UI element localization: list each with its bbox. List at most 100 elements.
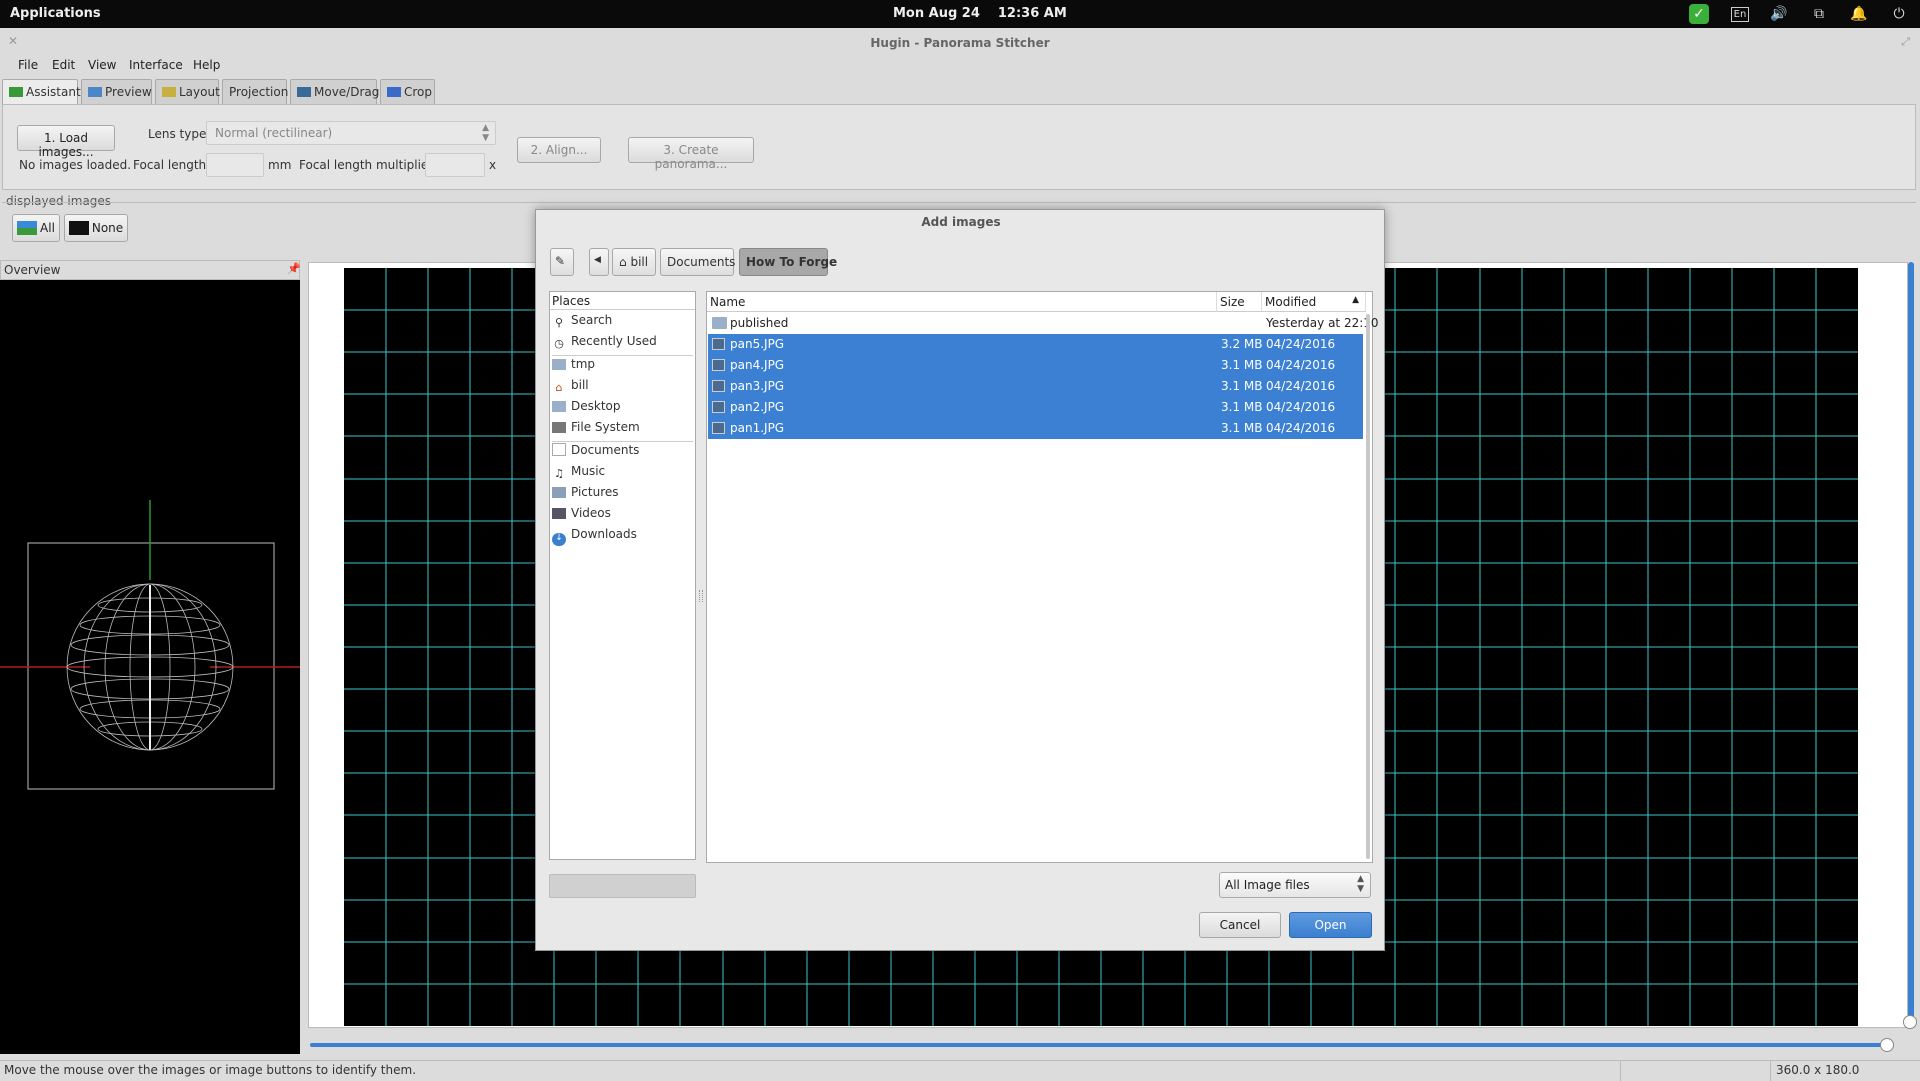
- path-documents-button[interactable]: Documents: [660, 248, 735, 276]
- tab-assistant[interactable]: Assistant: [2, 79, 81, 105]
- all-label: All: [40, 221, 55, 235]
- open-button[interactable]: Open: [1289, 912, 1372, 938]
- menu-edit[interactable]: Edit: [52, 58, 75, 72]
- file-list: Name Size Modified ▲ published Yesterday …: [706, 291, 1379, 863]
- place-search[interactable]: ⚲ Search: [552, 313, 612, 333]
- applications-menu[interactable]: Applications: [10, 6, 101, 21]
- tab-crop[interactable]: Crop: [380, 79, 435, 105]
- home-icon: ⌂: [619, 255, 627, 269]
- volume-icon[interactable]: 🔊: [1768, 4, 1790, 24]
- column-size[interactable]: Size: [1217, 292, 1262, 312]
- place-label: Recently Used: [571, 334, 657, 348]
- path-label: How To Forge: [746, 255, 838, 269]
- lens-type-select[interactable]: Normal (rectilinear) ▲ ▼: [206, 121, 496, 145]
- place-label: Search: [571, 313, 613, 327]
- update-check-icon[interactable]: ✓: [1688, 4, 1710, 24]
- column-name[interactable]: Name: [707, 292, 1217, 312]
- place-bill[interactable]: ⌂ bill: [552, 378, 589, 398]
- path-label: bill: [630, 255, 649, 269]
- edit-location-icon: ✎: [555, 254, 566, 268]
- focal-multiplier-input[interactable]: [425, 153, 485, 177]
- file-list-scrollbar[interactable]: [1366, 314, 1370, 859]
- tab-move-drag[interactable]: Move/Drag: [290, 79, 379, 105]
- horizontal-slider-handle[interactable]: [1880, 1038, 1894, 1052]
- image-file-icon: [712, 380, 725, 392]
- create-panorama-button[interactable]: 3. Create panorama...: [628, 137, 754, 171]
- menu-help[interactable]: Help: [193, 58, 220, 72]
- image-file-icon: [712, 401, 725, 413]
- file-row-pan1[interactable]: pan1.JPG 3.1 MB 04/24/2016: [708, 418, 1363, 439]
- menu-view[interactable]: View: [88, 58, 116, 72]
- place-downloads[interactable]: ↓ Downloads: [552, 527, 637, 547]
- window-title: Hugin - Panorama Stitcher: [870, 36, 1050, 50]
- music-note-icon: ♫: [554, 467, 564, 480]
- place-videos[interactable]: Videos: [552, 506, 611, 526]
- folder-icon: [712, 317, 727, 329]
- file-size: 3.1 MB: [1221, 400, 1263, 414]
- path-back-button[interactable]: ◀: [589, 248, 609, 276]
- notifications-bell-icon[interactable]: 🔔: [1848, 4, 1870, 24]
- vertical-scrollbar[interactable]: [1908, 262, 1914, 1026]
- tab-label: Projection: [229, 85, 289, 99]
- chevron-left-icon: ◀: [594, 255, 601, 265]
- tab-label: Layout: [179, 85, 220, 99]
- place-desktop[interactable]: Desktop: [552, 399, 621, 419]
- image-file-icon: [712, 359, 725, 371]
- load-images-button[interactable]: 1. Load images...: [17, 125, 115, 159]
- places-sidebar: Places ⚲ Search ◷ Recently Used tmp ⌂ bill …: [549, 291, 696, 860]
- no-images-icon: [68, 221, 89, 235]
- tab-projection[interactable]: Projection: [222, 79, 289, 105]
- file-modified: 04/24/2016: [1266, 400, 1336, 414]
- focal-length-label: Focal length:: [133, 158, 211, 172]
- place-documents[interactable]: Documents: [552, 443, 639, 463]
- place-music[interactable]: ♫ Music: [552, 464, 605, 484]
- assistant-icon: [9, 87, 23, 97]
- pane-resize-handle[interactable]: [699, 590, 703, 602]
- file-type-filter-select[interactable]: All Image files ▲ ▼: [1219, 872, 1371, 898]
- vertical-slider-handle[interactable]: [1903, 1015, 1917, 1029]
- file-row-pan4[interactable]: pan4.JPG 3.1 MB 04/24/2016: [708, 355, 1363, 376]
- horizontal-slider[interactable]: [310, 1043, 1894, 1047]
- lens-type-label: Lens type:: [148, 127, 211, 141]
- align-button[interactable]: 2. Align...: [517, 137, 601, 163]
- file-modified: 04/24/2016: [1266, 358, 1336, 372]
- place-pictures[interactable]: Pictures: [552, 485, 619, 505]
- overview-sphere-canvas[interactable]: [0, 260, 300, 1054]
- file-row-pan5[interactable]: pan5.JPG 3.2 MB 04/24/2016: [708, 334, 1363, 355]
- keyboard-layout-indicator[interactable]: En: [1729, 4, 1751, 24]
- file-row-pan3[interactable]: pan3.JPG 3.1 MB 04/24/2016: [708, 376, 1363, 397]
- displayed-images-label: displayed images: [6, 194, 112, 208]
- file-size: 3.1 MB: [1221, 421, 1263, 435]
- menu-interface[interactable]: Interface: [129, 58, 183, 72]
- file-modified: 04/24/2016: [1266, 379, 1336, 393]
- menu-file[interactable]: File: [18, 58, 38, 72]
- file-row-pan2[interactable]: pan2.JPG 3.1 MB 04/24/2016: [708, 397, 1363, 418]
- overview-panel[interactable]: [0, 260, 300, 1054]
- cancel-button[interactable]: Cancel: [1199, 912, 1281, 938]
- show-all-images-button[interactable]: All: [12, 214, 60, 242]
- place-file-system[interactable]: File System: [552, 420, 640, 440]
- power-icon[interactable]: ⏻: [1888, 4, 1910, 24]
- network-icon[interactable]: ⧉: [1808, 4, 1830, 24]
- add-images-dialog: Add images ✎ ◀ ⌂ bill Documents How To F…: [535, 209, 1385, 951]
- maximize-window-icon[interactable]: ⤢: [1901, 35, 1910, 49]
- column-modified[interactable]: Modified ▲: [1262, 292, 1366, 312]
- sort-ascending-icon: ▲: [1352, 295, 1359, 305]
- type-location-button[interactable]: ✎: [550, 248, 574, 276]
- tab-layout[interactable]: Layout: [155, 79, 220, 105]
- clock[interactable]: Mon Aug 24 12:36 AM: [893, 6, 1085, 21]
- focal-length-input[interactable]: [206, 153, 264, 177]
- path-how-to-forge-button[interactable]: How To Forge: [739, 248, 837, 276]
- pin-icon[interactable]: 📌: [287, 262, 301, 275]
- places-header: Places: [550, 292, 695, 310]
- place-recently-used[interactable]: ◷ Recently Used: [552, 334, 657, 354]
- file-name: pan5.JPG: [730, 337, 785, 351]
- clock-time: 12:36 AM: [997, 6, 1067, 21]
- tab-preview[interactable]: Preview: [81, 79, 152, 105]
- place-tmp[interactable]: tmp: [552, 357, 595, 377]
- tab-label: Crop: [404, 85, 433, 99]
- show-no-images-button[interactable]: None: [64, 214, 128, 242]
- path-bill-button[interactable]: ⌂ bill: [612, 248, 656, 276]
- file-name: published: [730, 316, 789, 330]
- file-row-published[interactable]: published Yesterday at 22:10: [708, 313, 1379, 334]
